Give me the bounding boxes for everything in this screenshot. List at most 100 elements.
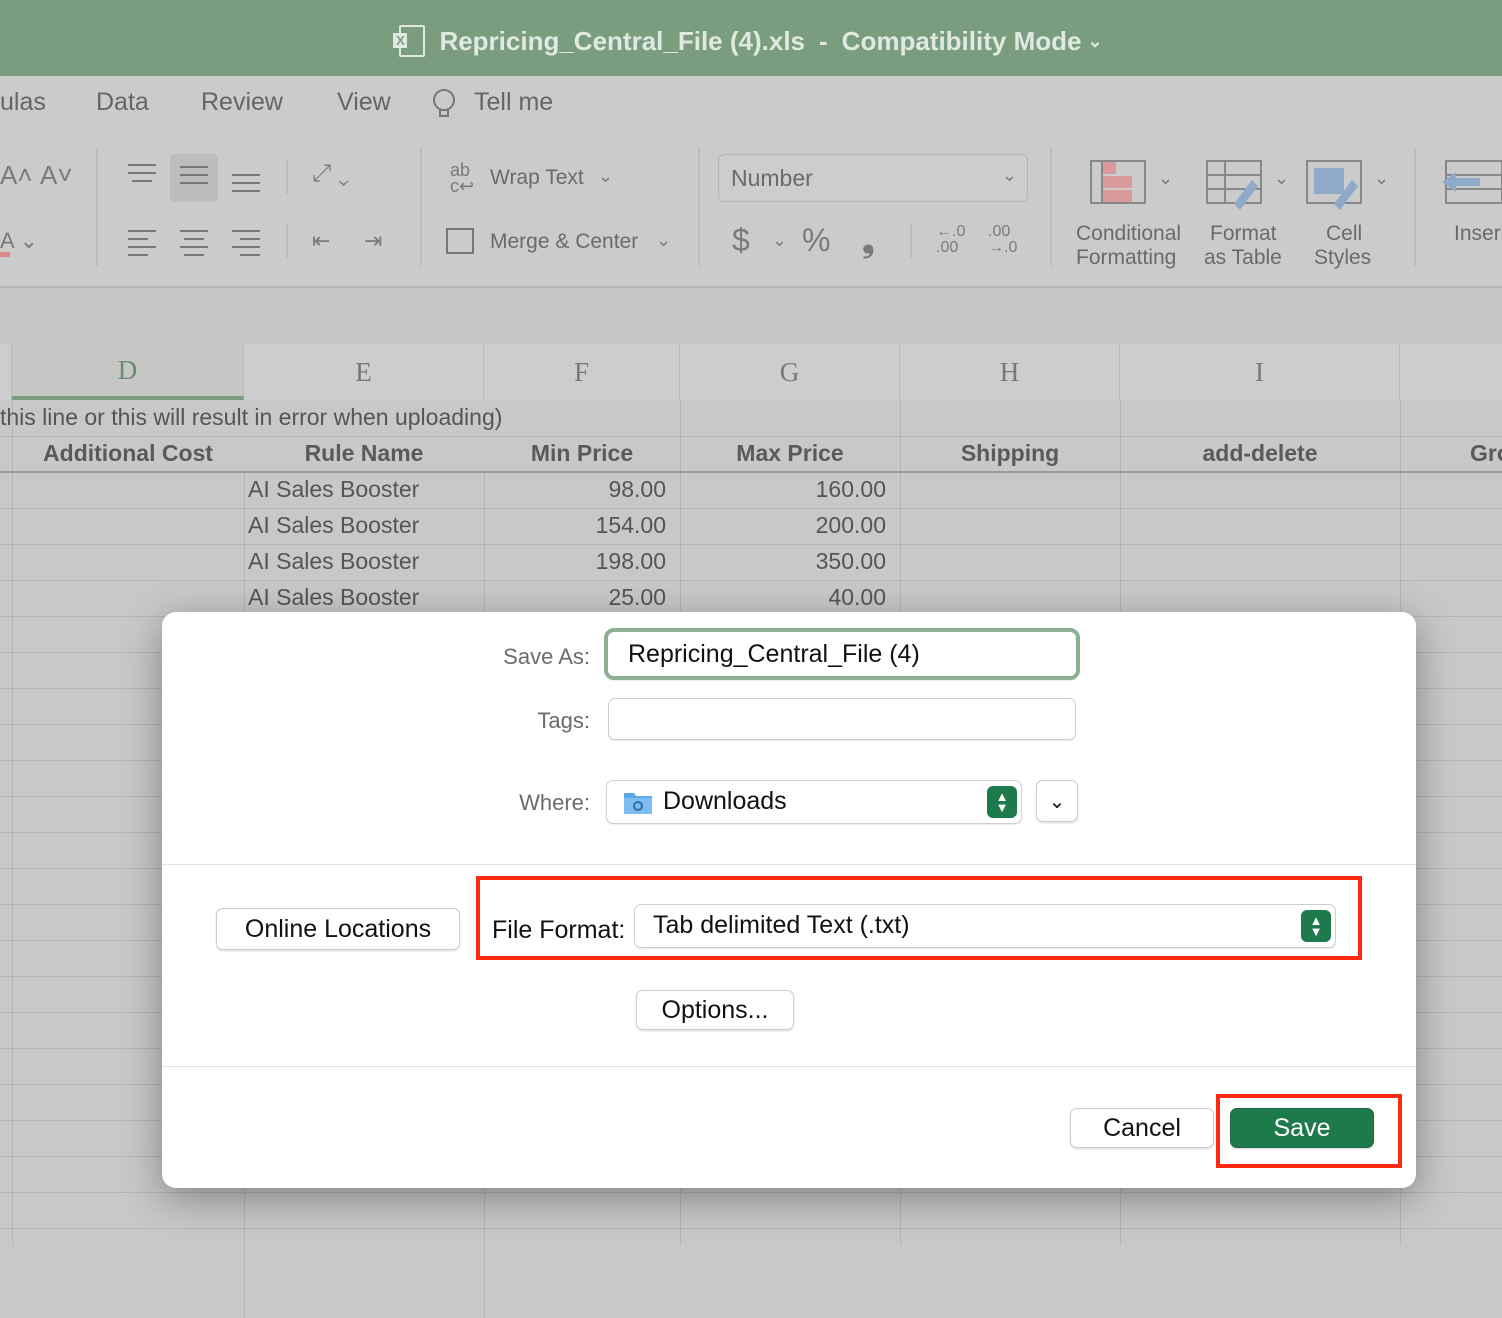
- table-cell-min[interactable]: 98.00: [484, 476, 666, 503]
- expand-dialog-button[interactable]: ⌄: [1036, 780, 1078, 822]
- title-filename: Repricing_Central_File (4).xls: [439, 25, 805, 56]
- tab-data[interactable]: Data: [96, 88, 149, 117]
- lightbulb-icon: [432, 88, 455, 122]
- save-as-input[interactable]: [608, 632, 1076, 676]
- chevron-down-icon[interactable]: ⌄: [1274, 168, 1289, 189]
- highlight-box-save: [1216, 1094, 1402, 1168]
- highlight-box-file-format: [476, 876, 1362, 960]
- tags-label: Tags:: [537, 708, 590, 733]
- chevron-down-icon[interactable]: ⌄: [1374, 168, 1389, 189]
- chevron-down-icon[interactable]: ⌄: [772, 230, 787, 251]
- tab-review[interactable]: Review: [201, 88, 283, 117]
- currency-icon[interactable]: $: [732, 222, 750, 259]
- column-header-f[interactable]: F: [484, 344, 680, 400]
- wrap-text-icon[interactable]: ab c↩: [450, 161, 474, 195]
- decrease-font-icon[interactable]: A˅: [40, 160, 73, 191]
- header-rule-name[interactable]: Rule Name: [244, 440, 484, 467]
- column-header-h[interactable]: H: [900, 344, 1120, 400]
- table-cell-rule[interactable]: AI Sales Booster: [248, 512, 419, 539]
- folder-icon: [623, 789, 653, 815]
- insert-label[interactable]: Inser: [1454, 222, 1501, 246]
- tab-view[interactable]: View: [337, 88, 391, 117]
- percent-icon[interactable]: %: [802, 222, 830, 259]
- number-format-value: Number: [731, 165, 813, 191]
- increase-indent-icon[interactable]: ⇥: [364, 228, 382, 254]
- header-group[interactable]: Gro: [1470, 440, 1502, 467]
- format-as-table-icon[interactable]: [1206, 160, 1262, 212]
- font-color-swatch: [0, 252, 10, 257]
- title-mode[interactable]: Compatibility Mode: [842, 26, 1082, 57]
- tab-tell-me[interactable]: Tell me: [474, 88, 553, 117]
- conditional-formatting-label-2[interactable]: Formatting: [1076, 246, 1176, 270]
- increase-decimal-icon[interactable]: ←.0.00: [936, 224, 965, 256]
- align-middle-icon[interactable]: [180, 166, 210, 188]
- cancel-button[interactable]: Cancel: [1070, 1108, 1214, 1148]
- orientation-icon[interactable]: ⤢ ⌄: [312, 160, 349, 188]
- merge-center-label[interactable]: Merge & Center: [490, 230, 638, 254]
- table-cell-max[interactable]: 350.00: [680, 548, 886, 575]
- window-title: Repricing_Central_File (4).xls - Compati…: [0, 0, 1502, 82]
- column-header-e[interactable]: E: [244, 344, 484, 400]
- column-header-i[interactable]: I: [1120, 344, 1400, 400]
- conditional-formatting-icon[interactable]: [1090, 160, 1146, 204]
- align-center-icon[interactable]: [180, 230, 210, 256]
- where-select[interactable]: Downloads ▲ ▼: [606, 780, 1022, 824]
- ribbon-divider: [96, 148, 98, 266]
- header-shipping[interactable]: Shipping: [900, 440, 1120, 467]
- ribbon-divider: [1050, 148, 1052, 266]
- decrease-indent-icon[interactable]: ⇤: [312, 228, 330, 254]
- chevron-down-icon[interactable]: ⌄: [656, 230, 671, 251]
- stepper-icon: ▲ ▼: [987, 786, 1017, 818]
- decrease-decimal-icon[interactable]: .00 →.0: [988, 224, 1017, 256]
- save-as-label: Save As:: [503, 644, 590, 669]
- excel-document-icon: [393, 25, 426, 57]
- note-cell[interactable]: this line or this will result in error w…: [0, 404, 502, 431]
- save-dialog: Save As: Tags: Where: Downloads ▲▼ ⌄ Onl…: [162, 612, 1416, 1188]
- insert-cells-icon[interactable]: [1440, 160, 1502, 204]
- align-left-icon[interactable]: [128, 230, 158, 256]
- column-header-j[interactable]: [1400, 344, 1502, 400]
- table-cell-min[interactable]: 198.00: [484, 548, 666, 575]
- save-as-field[interactable]: [604, 628, 1080, 680]
- table-cell-max[interactable]: 40.00: [680, 584, 886, 611]
- comma-style-icon[interactable]: ❟: [862, 222, 875, 260]
- merge-center-icon[interactable]: [446, 228, 474, 254]
- table-cell-rule[interactable]: AI Sales Booster: [248, 476, 419, 503]
- align-top-icon[interactable]: [128, 164, 158, 186]
- increase-font-icon[interactable]: A˄: [0, 160, 33, 191]
- cell-styles-icon[interactable]: [1306, 160, 1362, 212]
- table-cell-rule[interactable]: AI Sales Booster: [248, 548, 419, 575]
- formula-bar[interactable]: [0, 286, 1502, 346]
- column-header-d[interactable]: D: [12, 344, 244, 400]
- chevron-down-icon[interactable]: ⌄: [598, 166, 613, 187]
- table-cell-rule[interactable]: AI Sales Booster: [248, 584, 419, 611]
- header-additional-cost[interactable]: Additional Cost: [12, 440, 244, 467]
- format-as-table-label-1[interactable]: Format: [1210, 222, 1277, 246]
- online-locations-button[interactable]: Online Locations: [216, 908, 460, 950]
- header-max-price[interactable]: Max Price: [680, 440, 900, 467]
- tags-field[interactable]: [608, 698, 1076, 740]
- tags-input[interactable]: [609, 699, 1075, 739]
- align-right-icon[interactable]: [232, 230, 262, 256]
- number-format-select[interactable]: Number ⌄: [718, 154, 1028, 202]
- column-header-g[interactable]: G: [680, 344, 900, 400]
- where-value: Downloads: [663, 787, 787, 815]
- font-color-icon[interactable]: A ⌄: [0, 228, 38, 254]
- conditional-formatting-label-1[interactable]: Conditional: [1076, 222, 1181, 246]
- header-add-delete[interactable]: add-delete: [1120, 440, 1400, 467]
- tab-formulas[interactable]: ulas: [0, 88, 46, 117]
- cell-styles-label-1[interactable]: Cell: [1326, 222, 1362, 246]
- table-cell-min[interactable]: 154.00: [484, 512, 666, 539]
- table-cell-max[interactable]: 160.00: [680, 476, 886, 503]
- align-bottom-icon[interactable]: [232, 174, 262, 196]
- chevron-down-icon[interactable]: ⌄: [1158, 168, 1173, 189]
- column-header-c[interactable]: [0, 344, 12, 400]
- table-cell-max[interactable]: 200.00: [680, 512, 886, 539]
- chevron-down-icon[interactable]: ⌄: [1087, 31, 1102, 52]
- format-as-table-label-2[interactable]: as Table: [1204, 246, 1282, 270]
- cell-styles-label-2[interactable]: Styles: [1314, 246, 1371, 270]
- wrap-text-label[interactable]: Wrap Text: [490, 166, 584, 190]
- header-min-price[interactable]: Min Price: [484, 440, 680, 467]
- table-cell-min[interactable]: 25.00: [484, 584, 666, 611]
- options-button[interactable]: Options...: [636, 990, 794, 1030]
